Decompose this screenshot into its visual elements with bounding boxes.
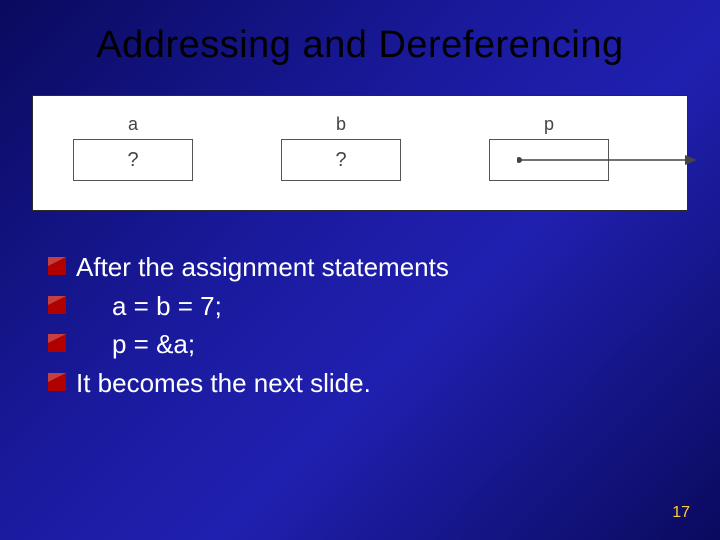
bullet-text: After the assignment statements: [76, 251, 449, 284]
bullet-list: After the assignment statements a = b = …: [48, 251, 680, 399]
bullet-icon: [48, 257, 66, 275]
bullet-text: p = &a;: [76, 328, 195, 361]
bullet-icon: [48, 334, 66, 352]
bullet-text: It becomes the next slide.: [76, 367, 371, 400]
diagram-cell-a: a ?: [73, 114, 193, 181]
memory-diagram: a ? b ? p: [32, 95, 688, 211]
page-number: 17: [672, 504, 690, 522]
diagram-box-b: ?: [281, 139, 401, 181]
bullet-icon: [48, 373, 66, 391]
diagram-label-a: a: [73, 114, 193, 135]
bullet-text: a = b = 7;: [76, 290, 222, 323]
diagram-box-a: ?: [73, 139, 193, 181]
bullet-item: After the assignment statements: [48, 251, 680, 284]
bullet-item: a = b = 7;: [48, 290, 680, 323]
diagram-label-b: b: [281, 114, 401, 135]
bullet-icon: [48, 296, 66, 314]
bullet-item: p = &a;: [48, 328, 680, 361]
bullet-item: It becomes the next slide.: [48, 367, 680, 400]
pointer-arrow-icon: [517, 154, 697, 174]
diagram-label-p: p: [489, 114, 609, 135]
slide-title: Addressing and Dereferencing: [0, 0, 720, 67]
diagram-cell-b: b ?: [281, 114, 401, 181]
